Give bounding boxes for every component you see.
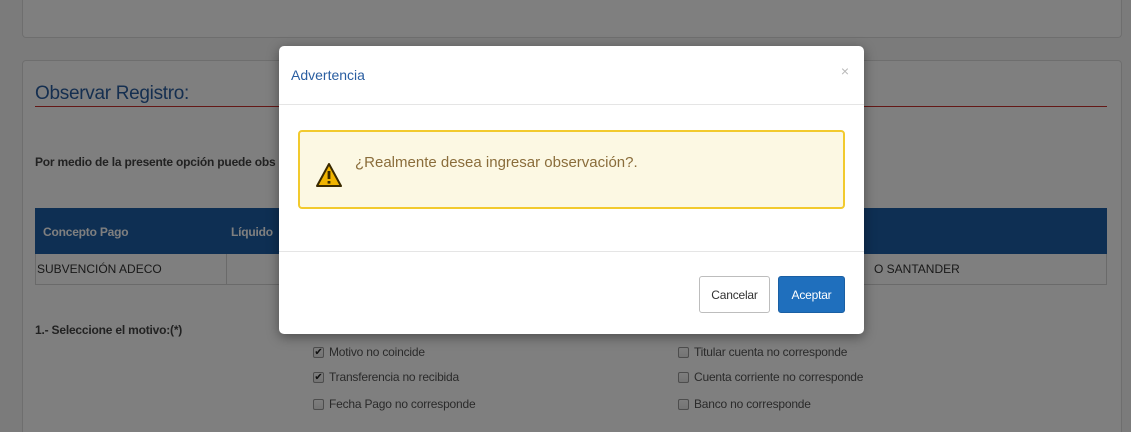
close-icon[interactable]: × [841,63,849,79]
dialog-title: Advertencia [291,67,365,83]
warning-icon [316,163,342,187]
dialog-footer-divider [279,251,864,252]
warning-message: ¿Realmente desea ingresar observación?. [355,154,638,171]
warning-dialog: Advertencia × ¿Realmente desea ingresar … [279,46,864,334]
warning-alert: ¿Realmente desea ingresar observación?. [298,130,845,209]
cancel-button[interactable]: Cancelar [699,276,770,313]
accept-button[interactable]: Aceptar [778,276,845,313]
dialog-header-divider [279,104,864,105]
